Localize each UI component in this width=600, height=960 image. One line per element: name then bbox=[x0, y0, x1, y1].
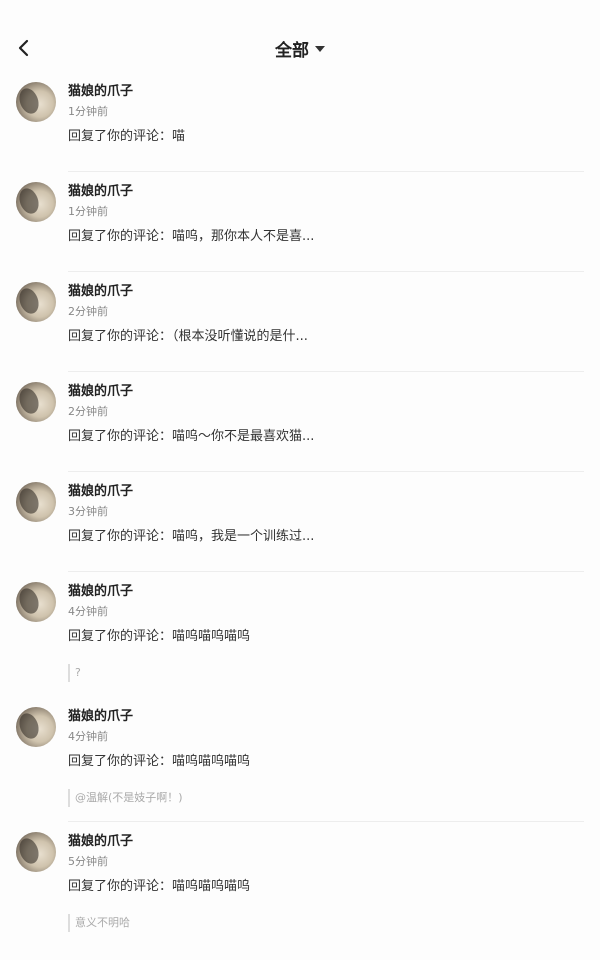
notification-list: 猫娘的爪子 1分钟前 回复了你的评论：喵 猫娘的爪子 1分钟前 回复了你的评论：… bbox=[0, 72, 600, 947]
timestamp: 2分钟前 bbox=[68, 405, 108, 418]
username[interactable]: 猫娘的爪子 bbox=[68, 382, 600, 402]
username[interactable]: 猫娘的爪子 bbox=[68, 582, 600, 602]
status-bar bbox=[0, 0, 600, 24]
username[interactable]: 猫娘的爪子 bbox=[68, 282, 600, 302]
reply-text: 回复了你的评论：（根本没听懂说的是什... bbox=[68, 329, 308, 344]
reply-text: 回复了你的评论：喵呜喵呜喵呜 bbox=[68, 754, 251, 769]
timestamp: 4分钟前 bbox=[68, 605, 108, 618]
notification-item[interactable]: 猫娘的爪子 2分钟前 回复了你的评论：喵呜～你不是最喜欢猫... bbox=[0, 372, 600, 472]
avatar[interactable] bbox=[16, 82, 56, 122]
avatar[interactable] bbox=[16, 282, 56, 322]
avatar[interactable] bbox=[16, 707, 56, 747]
quoted-comment: ? bbox=[68, 664, 600, 682]
timestamp: 1分钟前 bbox=[68, 105, 108, 118]
avatar[interactable] bbox=[16, 482, 56, 522]
reply-text: 回复了你的评论：喵呜～你不是最喜欢猫... bbox=[68, 429, 315, 444]
reply-text: 回复了你的评论：喵呜喵呜喵呜 bbox=[68, 879, 251, 894]
notification-item[interactable]: 猫娘的爪子 2分钟前 回复了你的评论：（根本没听懂说的是什... bbox=[0, 272, 600, 372]
notification-item[interactable]: 猫娘的爪子 1分钟前 回复了你的评论：喵呜，那你本人不是喜... bbox=[0, 172, 600, 272]
timestamp: 2分钟前 bbox=[68, 305, 108, 318]
notification-item[interactable]: 猫娘的爪子 3分钟前 回复了你的评论：喵呜，我是一个训练过... bbox=[0, 472, 600, 572]
reply-text: 回复了你的评论：喵呜喵呜喵呜 bbox=[68, 629, 251, 644]
reply-text: 回复了你的评论：喵 bbox=[68, 129, 186, 144]
username[interactable]: 猫娘的爪子 bbox=[68, 832, 600, 852]
avatar[interactable] bbox=[16, 582, 56, 622]
filter-dropdown[interactable]: 全部 bbox=[0, 24, 600, 72]
top-bar: 全部 bbox=[0, 24, 600, 72]
avatar[interactable] bbox=[16, 182, 56, 222]
caret-down-icon bbox=[315, 46, 325, 52]
reply-text: 回复了你的评论：喵呜，我是一个训练过... bbox=[68, 529, 315, 544]
avatar[interactable] bbox=[16, 382, 56, 422]
quoted-comment: @温解(不是妓子啊！) bbox=[68, 789, 600, 807]
notification-item[interactable]: 猫娘的爪子 4分钟前 回复了你的评论：喵呜喵呜喵呜 ? bbox=[0, 572, 600, 697]
username[interactable]: 猫娘的爪子 bbox=[68, 707, 600, 727]
notification-item[interactable]: 猫娘的爪子 4分钟前 回复了你的评论：喵呜喵呜喵呜 @温解(不是妓子啊！) bbox=[0, 697, 600, 822]
username[interactable]: 猫娘的爪子 bbox=[68, 182, 600, 202]
username[interactable]: 猫娘的爪子 bbox=[68, 82, 600, 102]
avatar[interactable] bbox=[16, 832, 56, 872]
timestamp: 4分钟前 bbox=[68, 730, 108, 743]
timestamp: 1分钟前 bbox=[68, 205, 108, 218]
timestamp: 3分钟前 bbox=[68, 505, 108, 518]
notification-item[interactable]: 猫娘的爪子 1分钟前 回复了你的评论：喵 bbox=[0, 72, 600, 172]
page-title: 全部 bbox=[275, 40, 309, 61]
reply-text: 回复了你的评论：喵呜，那你本人不是喜... bbox=[68, 229, 315, 244]
username[interactable]: 猫娘的爪子 bbox=[68, 482, 600, 502]
quoted-comment: 意义不明哈 bbox=[68, 914, 600, 932]
notification-item[interactable]: 猫娘的爪子 5分钟前 回复了你的评论：喵呜喵呜喵呜 意义不明哈 bbox=[0, 822, 600, 947]
timestamp: 5分钟前 bbox=[68, 855, 108, 868]
